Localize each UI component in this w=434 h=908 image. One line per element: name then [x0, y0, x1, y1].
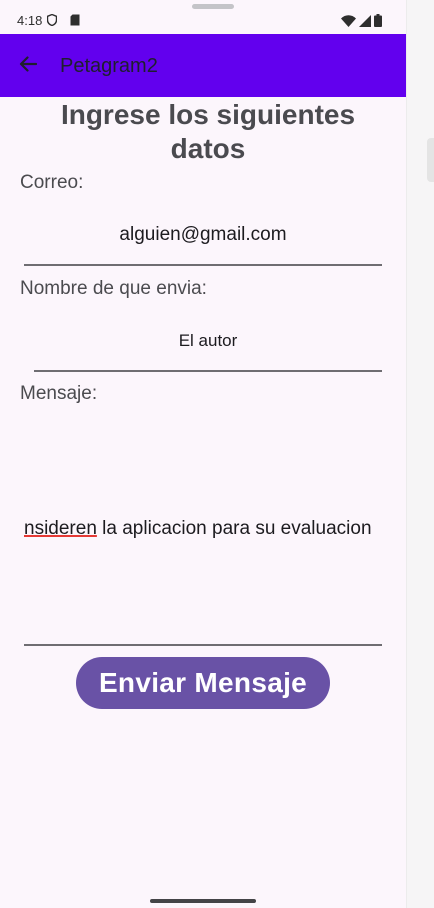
- gesture-nav-handle[interactable]: [150, 899, 256, 903]
- battery-icon: [374, 14, 382, 30]
- status-bar: 4:18: [0, 10, 406, 32]
- arrow-back-icon: [19, 55, 38, 77]
- window-drag-handle[interactable]: [192, 4, 234, 9]
- email-label: Correo:: [20, 172, 84, 193]
- email-field-underline: [24, 264, 382, 266]
- app-bar: Petagram2: [0, 34, 406, 97]
- status-time: 4:18: [17, 13, 43, 28]
- misspelled-word: nsideren: [24, 518, 97, 539]
- side-panel-handle[interactable]: [427, 138, 434, 182]
- send-message-button[interactable]: Enviar Mensaje: [76, 657, 330, 709]
- shield-icon: [46, 13, 58, 29]
- message-label: Mensaje:: [20, 383, 98, 404]
- email-field[interactable]: alguien@gmail.com: [24, 224, 382, 246]
- side-panel: [406, 0, 434, 908]
- sd-card-icon: [70, 14, 80, 29]
- sender-name-field-underline: [34, 370, 382, 372]
- message-text-rest: la aplicacion para su evaluacion: [96, 518, 372, 539]
- form-heading: Ingrese los siguientes datos: [60, 99, 356, 164]
- wifi-icon: [341, 14, 356, 30]
- back-button[interactable]: [12, 50, 44, 82]
- signal-icon: [359, 14, 371, 30]
- app-title: Petagram2: [60, 55, 158, 77]
- app-screen: 4:18 Petagram2 Ingrese los siguientes da…: [0, 0, 406, 908]
- sender-name-label: Nombre de que envia:: [20, 278, 207, 299]
- status-icons: [341, 14, 382, 30]
- message-field[interactable]: nsideren la aplicacion para su evaluacio…: [24, 518, 382, 540]
- sender-name-field[interactable]: El autor: [34, 331, 382, 351]
- message-field-underline: [24, 644, 382, 646]
